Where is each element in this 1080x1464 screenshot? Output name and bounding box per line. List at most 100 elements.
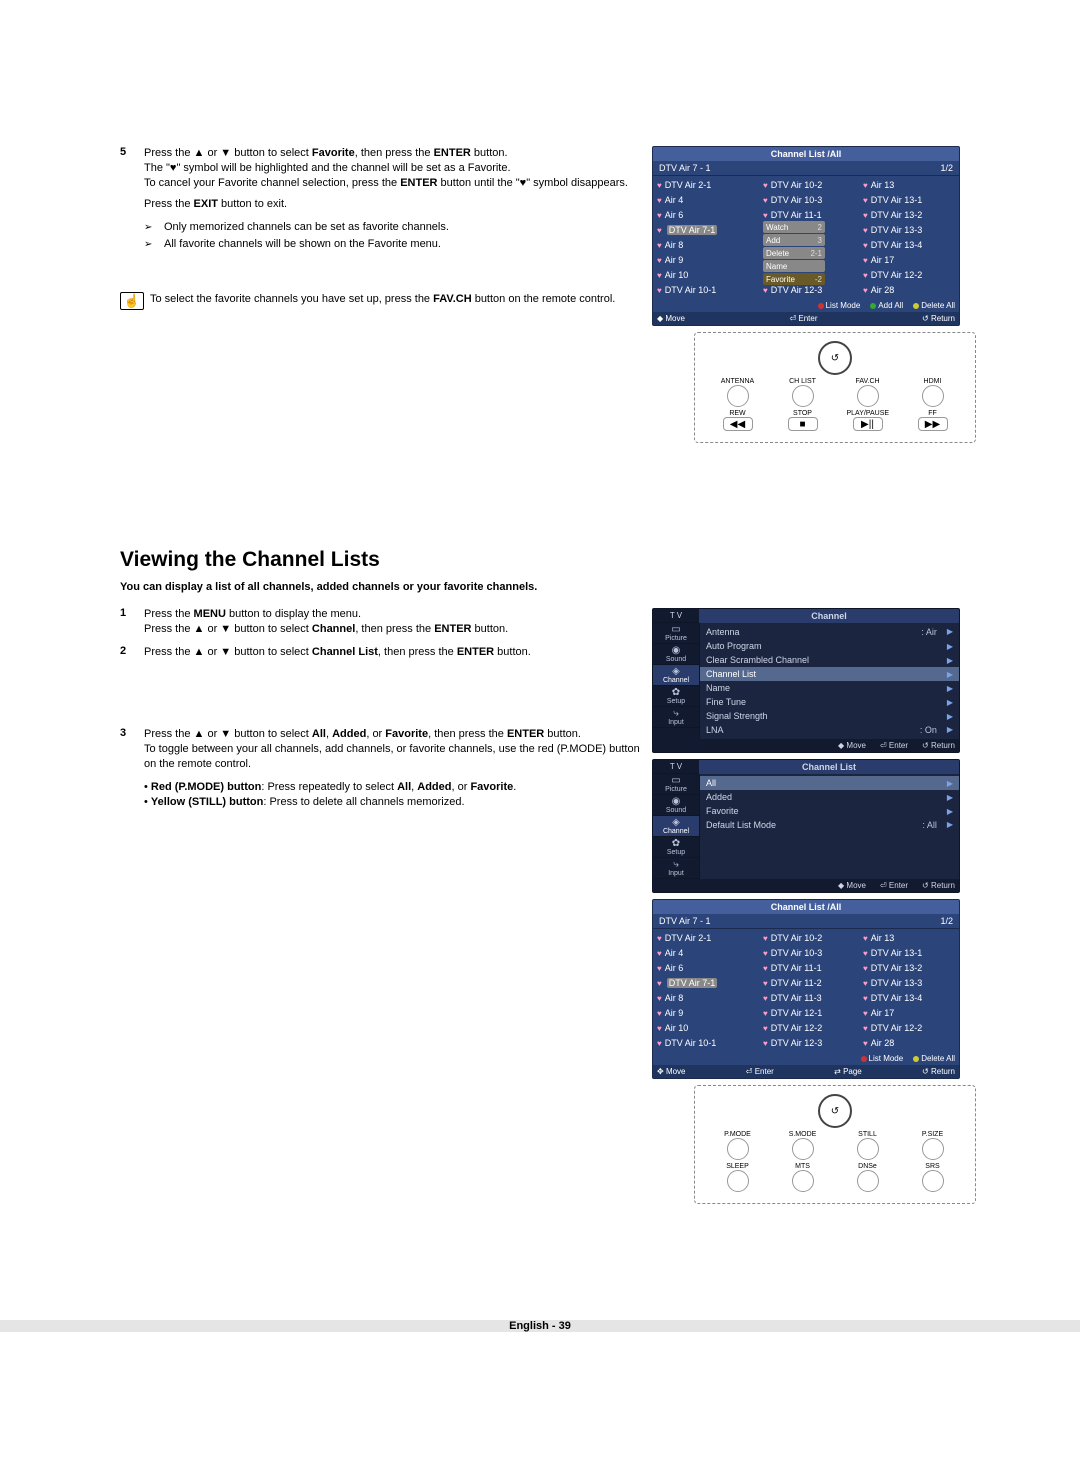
remote-btn[interactable]: S.MODE xyxy=(782,1131,824,1161)
side-icon: ✿ xyxy=(672,839,680,849)
menu-item-label: Antenna xyxy=(706,627,740,637)
remote-btn-label: FAV.CH xyxy=(847,378,889,385)
remote-btn[interactable]: HDMI xyxy=(912,378,954,408)
remote-btn[interactable]: ANTENNA xyxy=(717,378,759,408)
heart-icon: ♥ xyxy=(863,196,868,205)
remote-fragment-bottom: ↺ P.MODE S.MODE STILL P.SIZE SLEEP MTS DNSe SR… xyxy=(694,1085,976,1204)
remote-btn[interactable]: P.MODE xyxy=(717,1131,759,1161)
text-bold: ENTER xyxy=(434,147,471,159)
channel-cell: ♥Air 28 xyxy=(863,283,960,297)
context-item: Add3 xyxy=(763,234,825,246)
text: Delete All xyxy=(921,301,955,310)
remote-btn-label: SLEEP xyxy=(717,1163,759,1170)
text: button. xyxy=(544,728,581,740)
remote-btn[interactable]: ↺ xyxy=(814,341,856,376)
text: Press the xyxy=(144,198,194,210)
dot-yellow-icon xyxy=(913,1056,919,1062)
remote-btn[interactable]: P.SIZE xyxy=(912,1131,954,1161)
move-hint: ◆ Move xyxy=(838,741,866,750)
side-icon: ▭ xyxy=(671,776,680,786)
text-bold: ENTER xyxy=(400,177,437,189)
chevron-right-icon: ▶ xyxy=(947,670,953,679)
remote-btn-shape: ◀◀ xyxy=(723,417,753,431)
chevron-right-icon: ▶ xyxy=(947,627,953,637)
channel-name: DTV Air 12-3 xyxy=(771,285,823,295)
remote-btn[interactable]: ↺ xyxy=(814,1094,856,1129)
heart-icon: ♥ xyxy=(863,241,868,250)
chevron-right-icon: ▶ xyxy=(947,793,953,802)
menu-side-item: ⤷Input xyxy=(653,858,699,879)
chevron-right-icon: ▶ xyxy=(947,779,953,788)
menu-title: Channel List xyxy=(699,760,959,774)
remote-btn-shape xyxy=(792,385,814,407)
text: Press the xyxy=(144,608,194,620)
channel-name: Air 4 xyxy=(665,948,684,958)
enter-hint: ⏎ Enter xyxy=(746,1067,774,1076)
menu-item-label: All xyxy=(706,778,716,788)
channel-name: DTV Air 12-2 xyxy=(871,1023,923,1033)
remote-btn[interactable]: SLEEP xyxy=(717,1163,759,1193)
menu-item: Favorite▶ xyxy=(700,804,959,818)
remote-btn-label: STILL xyxy=(847,1131,889,1138)
menu-item: Name▶ xyxy=(700,681,959,695)
remote-btn[interactable]: REW◀◀ xyxy=(717,410,759,432)
text: , then press the xyxy=(355,623,434,635)
menu-item-value: : Air xyxy=(921,627,937,637)
text-bold: Red (P.MODE) button xyxy=(151,781,261,793)
channel-cell: ♥DTV Air 12-3 xyxy=(763,1036,863,1050)
remote-btn[interactable]: SRS xyxy=(912,1163,954,1193)
side-label: Picture xyxy=(665,786,687,793)
menu-side-item: ◉Sound xyxy=(653,795,699,816)
channel-cell: ♥DTV Air 11-3 xyxy=(763,991,863,1005)
heart-icon: ♥ xyxy=(763,964,768,973)
menu-side-item: ◈Channel xyxy=(653,816,699,837)
channel-name: DTV Air 10-2 xyxy=(771,180,823,190)
osd-menu-channel: T V Channel ▭Picture◉Sound◈Channel✿Setup… xyxy=(652,608,960,753)
channel-cell: ♥DTV Air 13-4 xyxy=(863,238,960,252)
remote-btn-shape xyxy=(792,1138,814,1160)
menu-item-value: : On xyxy=(920,725,937,735)
dot-green-icon xyxy=(870,303,876,309)
channel-cell: ♥DTV Air 10-3 xyxy=(763,193,863,207)
remote-btn[interactable]: DNSe xyxy=(847,1163,889,1193)
channel-name: DTV Air 13-3 xyxy=(871,978,923,988)
text: To select the favorite channels you have… xyxy=(150,293,433,305)
menu-item-label: Name xyxy=(706,683,730,693)
remote-btn[interactable]: STOP■ xyxy=(782,410,824,432)
note-line: ➢ All favorite channels will be shown on… xyxy=(144,236,640,253)
remote-btn[interactable]: PLAY/PAUSE▶|| xyxy=(847,410,889,432)
text: Only memorized channels can be set as fa… xyxy=(164,219,449,236)
remote-btn-shape xyxy=(922,1170,944,1192)
channel-name: DTV Air 7-1 xyxy=(667,978,718,988)
return-hint: ↺ Return xyxy=(922,741,955,750)
channel-cell: ♥DTV Air 13-1 xyxy=(863,946,960,960)
enter-hint: ⏎ Enter xyxy=(880,741,908,750)
note-line: ➢ Only memorized channels can be set as … xyxy=(144,219,640,236)
return-hint: ↺ Return xyxy=(922,881,955,890)
text: button until the "♥" symbol disappears. xyxy=(437,177,627,189)
remote-btn-label: ANTENNA xyxy=(717,378,759,385)
text: , then press the xyxy=(378,646,457,658)
context-item: Watch2 xyxy=(763,221,825,233)
channel-cell: ♥DTV Air 12-2 xyxy=(763,1021,863,1035)
heart-icon: ♥ xyxy=(763,211,768,220)
remote-btn[interactable]: MTS xyxy=(782,1163,824,1193)
channel-cell: ♥DTV Air 11-1 xyxy=(763,961,863,975)
channel-name: Air 6 xyxy=(665,210,684,220)
text: List Mode xyxy=(826,301,861,310)
text: Press the ▲ or ▼ button to select xyxy=(144,646,312,658)
osd-subtitle: DTV Air 7 - 1 1/2 xyxy=(653,161,959,176)
hand-icon: ☝ xyxy=(120,292,144,310)
remote-row: P.MODE S.MODE STILL P.SIZE xyxy=(705,1131,965,1161)
menu-item-label: Signal Strength xyxy=(706,711,768,721)
channel-name: Air 28 xyxy=(871,285,895,295)
remote-btn[interactable]: STILL xyxy=(847,1131,889,1161)
text: button to exit. xyxy=(218,198,287,210)
remote-btn[interactable]: FF▶▶ xyxy=(912,410,954,432)
osd-channel-list-bottom: Channel List /All DTV Air 7 - 1 1/2 ♥DTV… xyxy=(652,899,960,1079)
remote-btn[interactable]: FAV.CH xyxy=(847,378,889,408)
channel-cell: ♥Air 9 xyxy=(657,253,763,267)
text: Add All xyxy=(878,301,903,310)
side-label: Channel xyxy=(663,677,689,684)
remote-btn[interactable]: CH LIST xyxy=(782,378,824,408)
